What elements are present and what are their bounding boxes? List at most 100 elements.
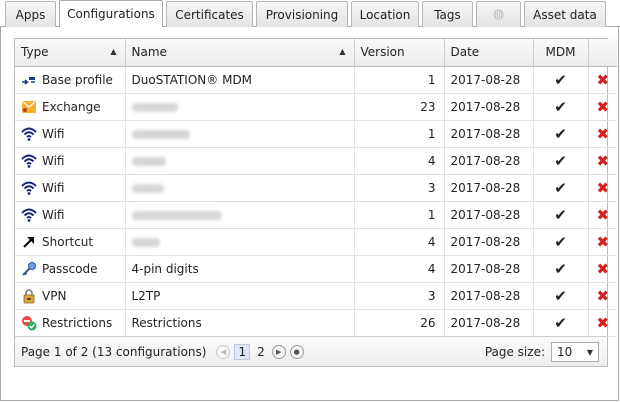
redacted-name [131,183,164,193]
column-header-name[interactable]: Name ▲ [125,39,355,67]
config-type: Passcode [42,261,98,276]
date-cell: 2017-08-28 [444,93,534,121]
sort-asc-icon: ▲ [110,47,117,56]
delete-cell: ✖ [588,309,617,337]
type-cell: Shortcut [15,228,126,256]
delete-icon[interactable]: ✖ [596,233,609,251]
delete-icon[interactable]: ✖ [596,125,609,143]
exchange-icon [21,99,37,115]
tab-label: Provisioning [265,7,339,22]
wifi-icon [21,207,37,223]
last-page-icon[interactable]: ● [289,344,304,359]
prev-page-icon[interactable]: ◀ [216,344,231,359]
version-cell: 3 [354,282,445,310]
delete-icon[interactable]: ✖ [596,260,609,278]
tab-apps[interactable]: Apps [5,1,56,27]
table-row[interactable]: Wifi 4 2017-08-28 ✔ ✖ [15,147,617,175]
next-page-icon[interactable]: ▶ [271,344,286,359]
mdm-check-icon: ✔ [533,201,589,229]
delete-icon[interactable]: ✖ [596,98,609,116]
restrictions-icon [21,315,37,331]
tab-hidden[interactable]: ◍ [476,1,521,27]
tab-tags[interactable]: Tags [422,1,473,27]
page-number-current[interactable]: 1 [234,343,251,360]
table-row[interactable]: Exchange 23 2017-08-28 ✔ ✖ [15,93,617,121]
tab-asset-data[interactable]: Asset data [524,1,606,27]
tab-label: Asset data [533,7,597,22]
tab-location[interactable]: Location [351,1,419,27]
tab-configurations[interactable]: Configurations [59,0,163,27]
type-cell: Wifi [15,120,126,148]
type-cell: VPN [15,282,126,310]
column-label: Name [131,45,167,60]
delete-icon[interactable]: ✖ [596,152,609,170]
table-row[interactable]: Shortcut 4 2017-08-28 ✔ ✖ [15,228,617,256]
type-cell: Passcode [15,255,126,283]
tab-provisioning[interactable]: Provisioning [256,1,348,27]
page-size-label: Page size: [484,345,545,359]
vpn-lock-icon [21,288,37,304]
type-cell: Wifi [15,174,126,202]
config-type: Restrictions [42,315,113,330]
mdm-check-icon: ✔ [533,228,589,256]
column-label: Version [360,45,405,60]
redacted-name [131,237,160,247]
delete-icon[interactable]: ✖ [596,71,609,89]
delete-cell: ✖ [588,282,617,310]
name-cell [125,228,355,256]
config-name: Restrictions [131,315,202,330]
column-header-mdm[interactable]: MDM [533,39,589,67]
date-cell: 2017-08-28 [444,309,534,337]
config-type: Exchange [42,99,101,114]
column-label: MDM [545,45,576,60]
wifi-icon [21,126,37,142]
column-header-date[interactable]: Date [444,39,534,67]
config-type: Wifi [42,126,65,141]
mdm-check-icon: ✔ [533,174,589,202]
table-row[interactable]: VPN L2TP 3 2017-08-28 ✔ ✖ [15,282,617,310]
delete-icon[interactable]: ✖ [596,314,609,332]
page-size-select[interactable]: 10 ▼ [551,342,599,362]
sort-asc-icon: ▲ [339,47,346,56]
name-cell: L2TP [125,282,355,310]
tab-label: Certificates [175,7,244,22]
delete-icon[interactable]: ✖ [596,287,609,305]
delete-cell: ✖ [588,147,617,175]
config-type: Shortcut [42,234,94,249]
pager: Page 1 of 2 (13 configurations) ◀ 1 2 ▶ … [15,336,607,366]
redacted-name [131,210,222,220]
tab-label: Tags [434,7,461,22]
config-type: VPN [42,288,67,303]
date-cell: 2017-08-28 [444,228,534,256]
redacted-name [131,102,178,112]
column-header-version[interactable]: Version [354,39,445,67]
tab-certificates[interactable]: Certificates [166,1,253,27]
column-label: Type [21,45,49,60]
table-row[interactable]: Restrictions Restrictions 26 2017-08-28 ✔ ✖ [15,309,617,337]
config-type: Wifi [42,153,65,168]
page-number[interactable]: 2 [254,345,268,359]
chevron-down-icon: ▼ [586,347,593,357]
tab-label: Apps [15,7,46,22]
table-row[interactable]: Passcode 4-pin digits 4 2017-08-28 ✔ ✖ [15,255,617,283]
shortcut-icon [21,234,37,250]
version-cell: 4 [354,147,445,175]
name-cell: DuoSTATION® MDM [125,66,355,94]
delete-cell: ✖ [588,120,617,148]
type-cell: Wifi [15,201,126,229]
delete-icon[interactable]: ✖ [596,179,609,197]
column-header-type[interactable]: Type ▲ [15,39,126,67]
date-cell: 2017-08-28 [444,66,534,94]
table-row[interactable]: Wifi 1 2017-08-28 ✔ ✖ [15,120,617,148]
delete-cell: ✖ [588,255,617,283]
delete-icon[interactable]: ✖ [596,206,609,224]
name-cell: 4-pin digits [125,255,355,283]
tab-bar: Apps Configurations Certificates Provisi… [0,0,620,27]
config-name: DuoSTATION® MDM [131,72,253,87]
table-row[interactable]: Wifi 3 2017-08-28 ✔ ✖ [15,174,617,202]
date-cell: 2017-08-28 [444,201,534,229]
table-row[interactable]: Base profile DuoSTATION® MDM 1 2017-08-28 ✔ ✖ [15,66,617,94]
date-cell: 2017-08-28 [444,282,534,310]
table-row[interactable]: Wifi 1 2017-08-28 ✔ ✖ [15,201,617,229]
version-cell: 3 [354,174,445,202]
